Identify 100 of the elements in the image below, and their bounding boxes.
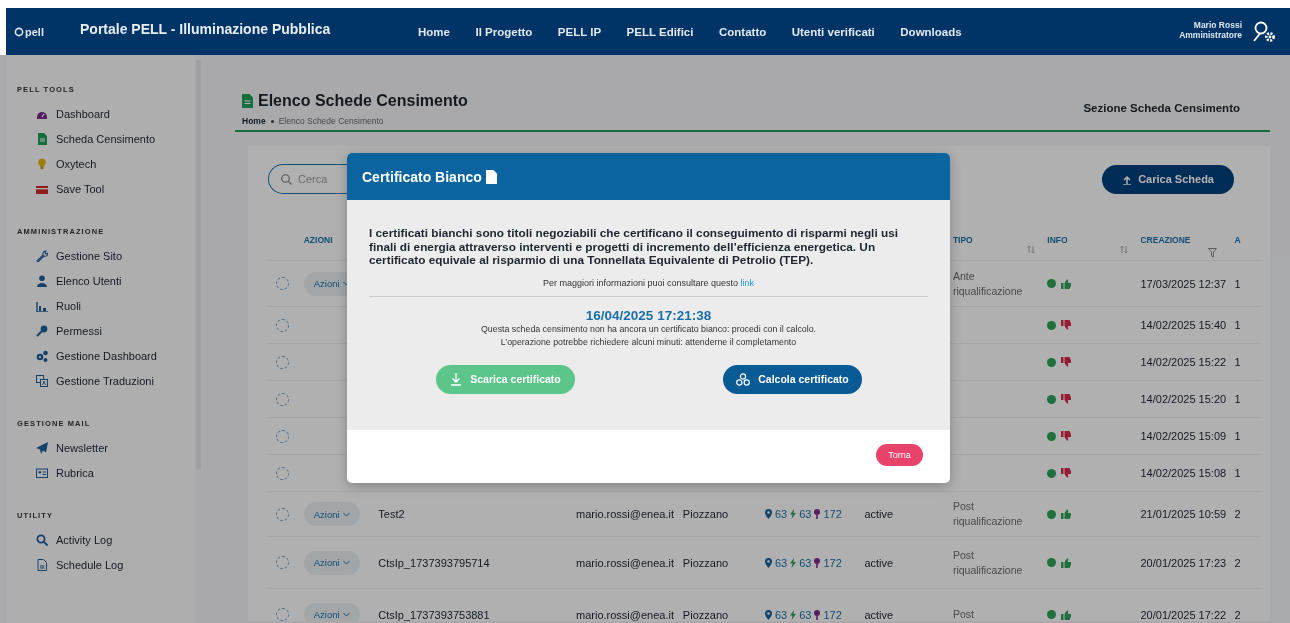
- sidebar-item[interactable]: Dashboard: [17, 101, 195, 126]
- sidebar-item[interactable]: Gestione Sito: [17, 243, 195, 268]
- table-cell: 14/02/2025 15:20: [1140, 393, 1227, 405]
- table-cell: active: [864, 508, 894, 520]
- thumbs-down-icon: [1061, 357, 1072, 367]
- sort-icon: [1120, 245, 1129, 254]
- document-icon: [242, 94, 253, 108]
- info-text: Per maggiori informazioni puoi consultare questo link: [541, 277, 756, 288]
- status-dot: [1047, 558, 1057, 567]
- sidebar-item[interactable]: Permessi: [17, 318, 195, 343]
- paper-plane-icon: [36, 441, 48, 454]
- sidebar-item[interactable]: Schedule Log: [17, 552, 195, 577]
- search-icon: [281, 174, 292, 185]
- count-value: 63: [774, 556, 788, 569]
- lightning-icon: [790, 509, 797, 519]
- bulb-icon: [814, 557, 821, 568]
- table-cell: CtsIp_1737393753881: [378, 608, 490, 621]
- table-cell-text: Post riqualificazione: [952, 547, 1024, 578]
- bulb-icon: [814, 609, 821, 620]
- table-cell: Test2: [378, 508, 405, 520]
- table-cell: mario.rossi@enea.it: [576, 608, 674, 621]
- actions-dropdown[interactable]: Azioni: [303, 602, 360, 621]
- message-text: Questa scheda censimento non ha ancora un certificato bianco: procedi con il calcolo.: [480, 322, 817, 336]
- status-dot: [1047, 431, 1057, 441]
- nav-link[interactable]: Home: [418, 25, 450, 38]
- count-value: 63: [774, 508, 788, 520]
- sidebar-item[interactable]: Oxytech: [17, 151, 195, 176]
- table-cell: 1: [1234, 277, 1241, 290]
- table-cell: 14/02/2025 15:08: [1140, 467, 1227, 479]
- sidebar-item[interactable]: Gestione Dashboard: [17, 343, 195, 368]
- filter-icon: [1207, 248, 1217, 258]
- table-cell: 17/03/2025 12:37: [1140, 277, 1227, 290]
- table-cell: 14/02/2025 15:22: [1140, 356, 1227, 368]
- count-value: 172: [823, 508, 842, 520]
- sidebar-item[interactable]: Newsletter: [17, 435, 195, 460]
- column-header[interactable]: AZIONI: [303, 235, 333, 245]
- table-cell: 20/01/2025 17:22: [1140, 608, 1227, 621]
- status-dot: [1047, 279, 1057, 288]
- sidebar-item[interactable]: Activity Log: [17, 527, 195, 552]
- column-header[interactable]: INFO: [1047, 235, 1068, 245]
- timestamp: 16/04/2025 17:21:38: [584, 307, 713, 323]
- sidebar-item[interactable]: Elenco Utenti: [17, 268, 195, 293]
- status-dot: [1047, 468, 1057, 478]
- nav-link[interactable]: Il Progetto: [475, 25, 533, 38]
- sidebar-item[interactable]: Rubrica: [17, 460, 195, 485]
- pin-icon: [764, 509, 772, 519]
- upload-icon: [1122, 173, 1133, 185]
- key-icon: [36, 324, 48, 337]
- column-header[interactable]: A: [1234, 235, 1241, 245]
- separator-icon: [270, 119, 274, 123]
- actions-dropdown[interactable]: Azioni: [303, 550, 360, 575]
- status-dot: [1047, 610, 1057, 619]
- table-cell: 21/01/2025 10:59: [1140, 508, 1227, 520]
- table-cell: CtsIp_1737393795714: [378, 556, 490, 569]
- user-name: Mario Rossi: [1192, 19, 1242, 30]
- table-cell: 1: [1234, 319, 1241, 331]
- actions-dropdown[interactable]: Azioni: [303, 502, 360, 526]
- nav-link[interactable]: Downloads: [900, 25, 962, 38]
- table-cell: 14/02/2025 15:40: [1140, 319, 1227, 331]
- bulb-icon: [814, 509, 821, 519]
- nav-link[interactable]: PELL IP: [557, 25, 602, 38]
- nav-link[interactable]: PELL Edifici: [626, 25, 694, 38]
- table-cell: 1: [1234, 356, 1241, 368]
- sidebar-item[interactable]: Save Tool: [17, 176, 195, 201]
- column-header[interactable]: CREAZIONE: [1140, 235, 1191, 245]
- back-button[interactable]: Torna: [876, 443, 923, 466]
- table-cell: active: [864, 556, 894, 569]
- table-cell-text: Ante riqualificazione: [952, 268, 1024, 299]
- modal-title: Certificato Bianco: [362, 168, 482, 185]
- sidebar-item[interactable]: Ruoli: [17, 293, 195, 318]
- chevron-down-icon: [342, 281, 350, 286]
- sidebar-item[interactable]: Scheda Censimento: [17, 126, 195, 151]
- lightning-icon: [790, 609, 797, 620]
- lightning-icon: [790, 557, 797, 568]
- chevron-down-icon: [342, 560, 350, 565]
- breadcrumb-link[interactable]: Home: [242, 116, 266, 126]
- sidebar-item[interactable]: Gestione Traduzioni: [17, 368, 195, 393]
- translate-icon: [36, 374, 48, 387]
- count-value: 172: [823, 608, 842, 621]
- thumbs-up-icon: [1061, 278, 1072, 289]
- bar-chart-icon: [36, 299, 48, 312]
- table-cell: Piozzano: [682, 556, 729, 569]
- user-settings-icon[interactable]: [1252, 20, 1276, 43]
- nav-link[interactable]: Utenti verificati: [791, 25, 875, 38]
- nav-link[interactable]: Contatto: [718, 25, 767, 38]
- download-icon: [450, 372, 463, 386]
- chevron-down-icon: [342, 511, 350, 517]
- logo-text[interactable]: pell: [25, 25, 44, 38]
- column-header[interactable]: TIPO: [952, 235, 973, 245]
- message-text: L’operazione potrebbe richiedere alcuni minuti: attenderne il completamento: [499, 335, 798, 349]
- count-value: 63: [799, 608, 812, 621]
- table-cell: 20/01/2025 17:23: [1140, 556, 1227, 569]
- table-cell: 2: [1234, 608, 1241, 621]
- person-icon: [36, 274, 48, 287]
- gears-icon: [36, 349, 48, 362]
- calculate-button[interactable]: Calcola certificato: [723, 364, 862, 394]
- thumbs-up-icon: [1061, 557, 1072, 568]
- section-label: Sezione Scheda Censimento: [1083, 102, 1240, 114]
- upload-button[interactable]: Carica Scheda: [1102, 164, 1234, 194]
- table-cell: 2: [1234, 508, 1241, 520]
